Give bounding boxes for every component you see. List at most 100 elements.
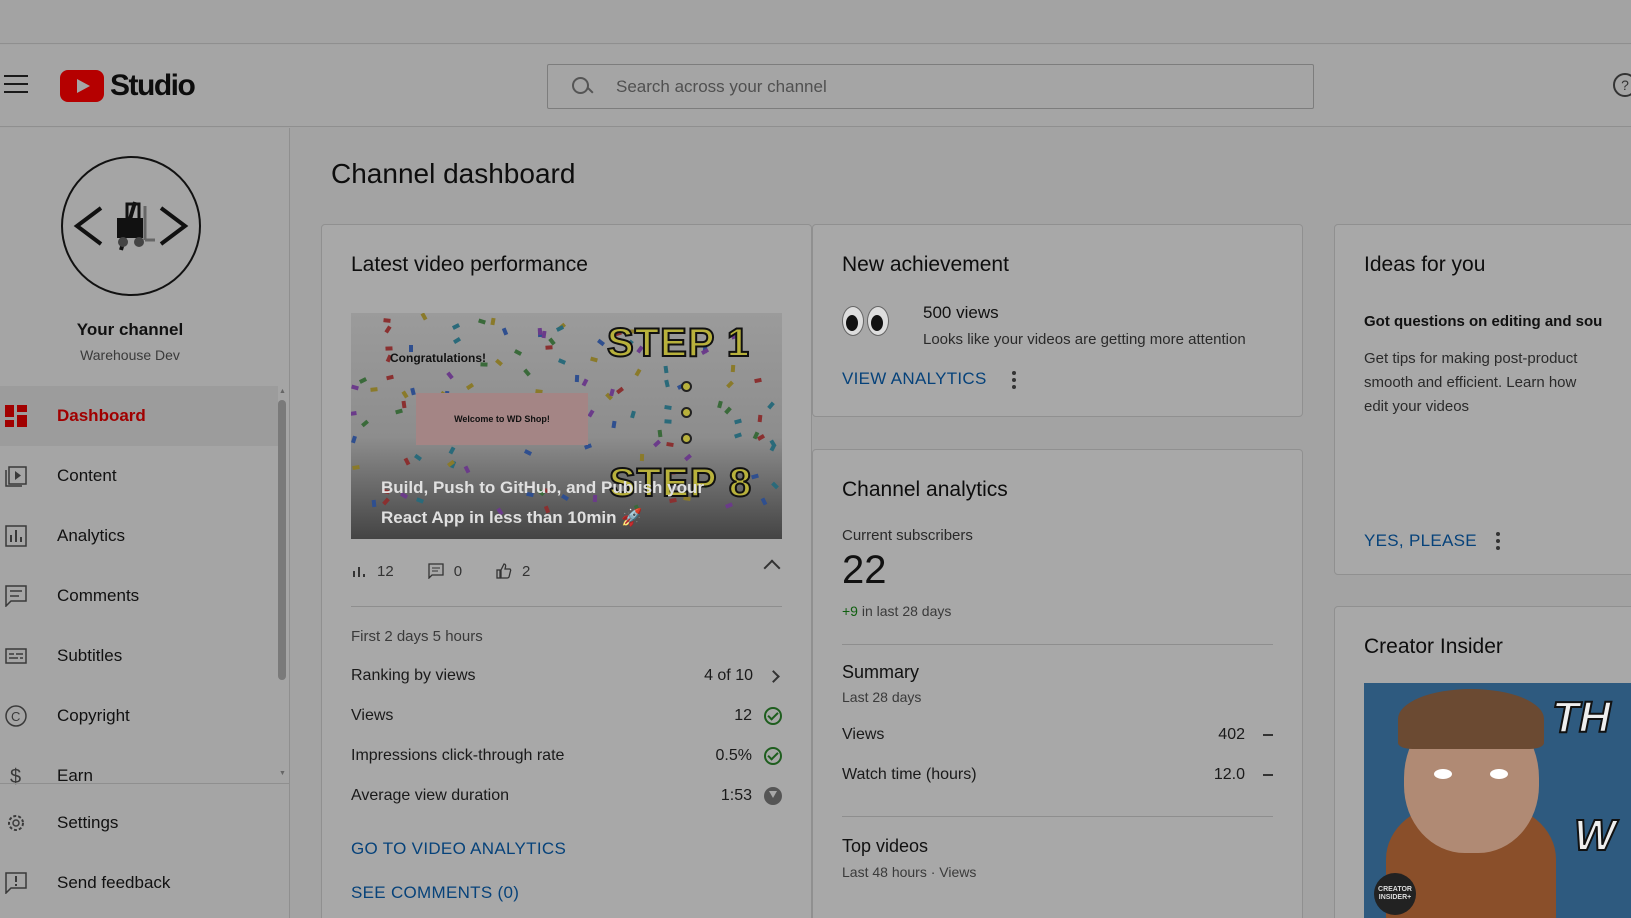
sidebar-item-comments[interactable]: Comments <box>0 566 278 626</box>
creator-insider-badge: CREATOR INSIDER+ <box>1374 873 1416 915</box>
app-header: Studio ? <box>0 45 1631 127</box>
gear-icon <box>4 811 28 835</box>
idea-question: Got questions on editing and sou <box>1364 313 1603 330</box>
channel-analytics-card: Channel analytics Current subscribers 22… <box>812 449 1303 918</box>
search-input[interactable] <box>616 76 1266 97</box>
subscribers-label: Current subscribers <box>842 527 973 544</box>
metric-label: Impressions click-through rate <box>351 747 565 764</box>
confetti-piece <box>757 414 763 423</box>
sidebar-item-label: Copyright <box>57 706 130 725</box>
feedback-icon <box>4 871 28 895</box>
studio-logo[interactable]: Studio <box>60 69 196 103</box>
sidebar-item-send-feedback[interactable]: Send feedback <box>0 853 278 913</box>
sidebar-item-content[interactable]: Content <box>0 446 278 506</box>
thumbnail-eye <box>1490 769 1508 779</box>
card-title: Latest video performance <box>351 253 588 276</box>
delta-text: in last 28 days <box>861 603 952 619</box>
more-options-icon[interactable] <box>1496 532 1500 550</box>
sidebar-scrollbar[interactable] <box>278 400 286 680</box>
thumbnail-step1-text: STEP 1 <box>606 320 751 366</box>
confetti-piece <box>371 499 377 508</box>
hamburger-menu-icon[interactable] <box>4 75 28 95</box>
subtitles-icon <box>4 644 28 668</box>
check-circle-icon <box>764 707 782 725</box>
channel-name[interactable]: Your channel <box>0 320 260 340</box>
sidebar-item-label: Analytics <box>57 526 126 545</box>
metric-label: Views <box>351 707 394 724</box>
search-icon[interactable] <box>572 76 592 97</box>
creator-insider-thumbnail[interactable]: TH W CREATOR INSIDER+ <box>1364 683 1631 918</box>
video-title: Build, Push to GitHub, and Publish your … <box>381 478 704 527</box>
go-to-video-analytics-link[interactable]: GO TO VIDEO ANALYTICS <box>351 839 566 859</box>
thumbnail-text-top: TH <box>1551 692 1612 743</box>
thumbnail-text-bottom: W <box>1573 810 1617 861</box>
thumbnail-eye <box>1434 769 1452 779</box>
metric-value: 0.5% <box>715 747 752 764</box>
search-bar[interactable] <box>547 64 1314 109</box>
logo-text: Studio <box>110 69 196 102</box>
content-icon <box>4 464 28 488</box>
latest-video-card: Latest video performance Congratulations… <box>321 224 812 918</box>
metric-ranking[interactable]: Ranking by views 4 of 10 <box>351 664 782 688</box>
scroll-down-arrow-icon[interactable]: ▼ <box>279 770 286 777</box>
achievement-subtitle: Looks like your videos are getting more … <box>923 331 1246 348</box>
metric-views: Views 12 <box>351 704 782 728</box>
view-analytics-link[interactable]: VIEW ANALYTICS <box>842 369 987 389</box>
video-thumbnail[interactable]: Congratulations! Welcome to WD Shop! STE… <box>351 313 782 539</box>
summary-label: Watch time (hours) <box>842 766 977 783</box>
confetti-piece <box>537 327 543 336</box>
summary-value: 402 <box>1218 726 1245 743</box>
down-arrow-circle-icon <box>764 787 782 805</box>
comment-icon <box>428 563 444 579</box>
sidebar-item-analytics[interactable]: Analytics <box>0 506 278 566</box>
subscribers-count: 22 <box>842 548 887 592</box>
analytics-icon <box>4 524 28 548</box>
yes-please-link[interactable]: YES, PLEASE <box>1364 531 1477 551</box>
channel-logo-icon <box>73 201 189 251</box>
scroll-up-arrow-icon[interactable]: ▲ <box>279 388 286 395</box>
chevron-up-icon[interactable] <box>763 559 781 577</box>
subscribers-delta: +9 in last 28 days <box>842 603 951 619</box>
bar-chart-icon <box>353 567 365 577</box>
delta-value: +9 <box>842 603 858 619</box>
achievement-headline: 500 views <box>923 303 999 322</box>
sidebar-bottom-nav: Settings Send feedback <box>0 793 278 913</box>
summary-period: Last 28 days <box>842 689 922 705</box>
confetti-piece <box>383 318 391 323</box>
confetti-piece <box>401 400 407 409</box>
likes-stat: 2 <box>496 563 530 580</box>
sidebar-item-dashboard[interactable]: Dashboard <box>0 386 278 446</box>
sidebar-item-settings[interactable]: Settings <box>0 793 278 853</box>
divider <box>842 816 1273 817</box>
top-videos-period: Last 48 hours · Views <box>842 864 977 880</box>
video-stats-row: 12 0 2 <box>351 559 782 583</box>
thumbnail-hair <box>1398 689 1544 749</box>
page-title: Channel dashboard <box>331 158 576 189</box>
card-title: Channel analytics <box>842 478 1008 501</box>
chevron-right-icon <box>767 669 780 683</box>
thumbnail-welcome-box: Welcome to WD Shop! <box>416 393 588 445</box>
help-icon[interactable]: ? <box>1613 73 1631 97</box>
confetti-piece <box>370 387 378 392</box>
summary-row-watch-time: Watch time (hours) 12.0 <box>842 763 1273 787</box>
sidebar-item-copyright[interactable]: C Copyright <box>0 686 278 746</box>
confetti-piece <box>663 365 669 374</box>
card-title: Creator Insider <box>1364 635 1503 658</box>
creator-insider-card: Creator Insider TH W CREATOR INSIDER+ <box>1334 606 1631 918</box>
eyes-icon <box>842 303 892 346</box>
comments-count: 0 <box>453 562 463 580</box>
sidebar: Your channel Warehouse Dev Dashboard Con… <box>0 128 290 918</box>
period-label: First 2 days 5 hours <box>351 628 483 645</box>
check-circle-icon <box>764 747 782 765</box>
sidebar-item-label: Comments <box>57 586 140 605</box>
dash-icon <box>1263 774 1273 776</box>
main-content: Channel dashboard Latest video performan… <box>290 128 1631 918</box>
see-comments-link[interactable]: SEE COMMENTS (0) <box>351 883 519 903</box>
more-options-icon[interactable] <box>1012 371 1016 389</box>
metric-value: 1:53 <box>720 787 752 804</box>
channel-avatar[interactable] <box>61 156 201 296</box>
sidebar-item-label: Content <box>57 466 117 485</box>
sidebar-item-subtitles[interactable]: Subtitles <box>0 626 278 686</box>
views-stat: 12 <box>351 563 394 580</box>
svg-text:C: C <box>11 709 20 724</box>
